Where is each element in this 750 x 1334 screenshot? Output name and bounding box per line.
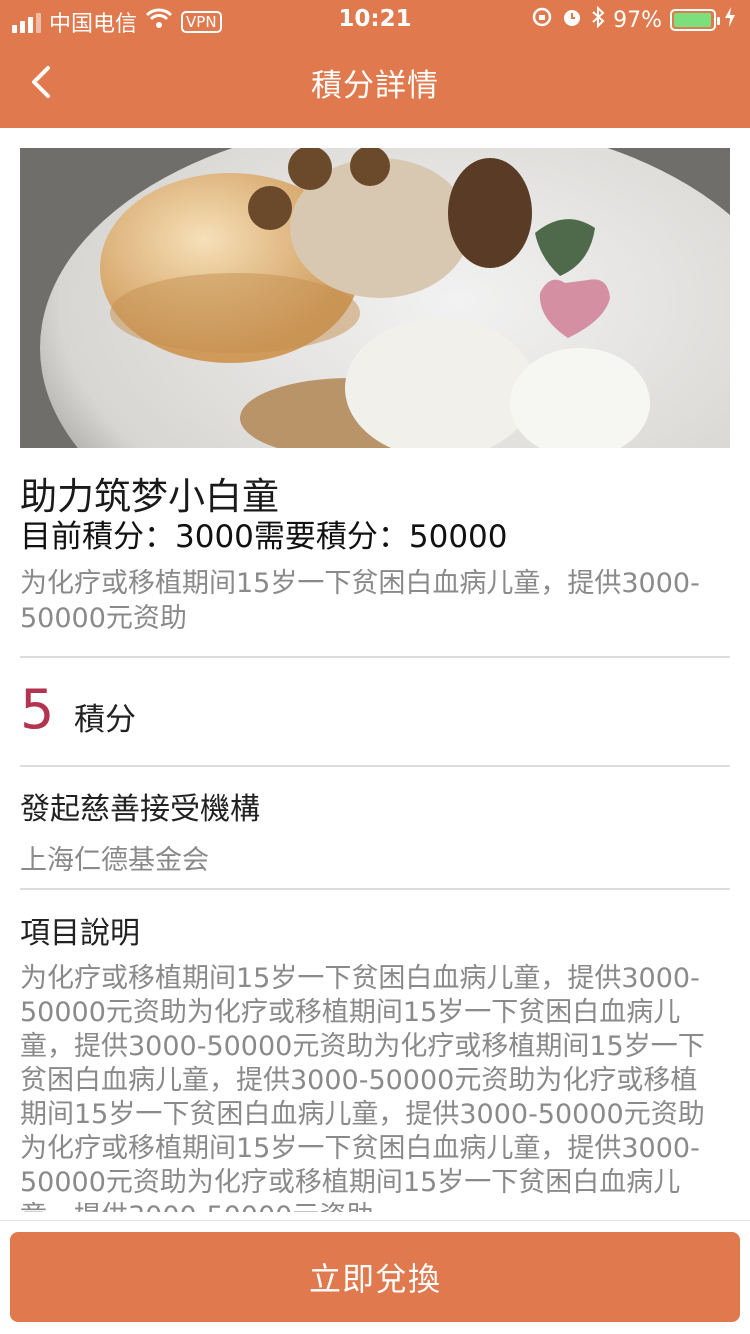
detail-content[interactable]: 助力筑梦小白童 目前積分：3000需要積分：50000 为化疗或移植期间15岁一… — [0, 128, 750, 1220]
battery-percent: 97% — [613, 7, 662, 33]
nav-bar: 積分詳情 — [0, 40, 750, 128]
divider — [20, 765, 730, 767]
project-summary: 为化疗或移植期间15岁一下贫困白血病儿童，提供3000-50000元资助 — [20, 568, 700, 634]
organization-name: 上海仁德基金会 — [20, 845, 209, 876]
divider — [20, 656, 730, 658]
page-title: 積分詳情 — [311, 68, 439, 104]
rotation-lock-icon — [531, 6, 553, 34]
status-bar: 中国电信 VPN 10:21 97% — [0, 0, 750, 40]
organization-heading: 發起慈善接受機構 — [20, 792, 260, 827]
alarm-icon — [561, 6, 583, 34]
battery-level — [674, 13, 711, 27]
cost-value: 5 — [20, 678, 55, 741]
status-right: 97% — [531, 5, 736, 34]
divider — [20, 888, 730, 890]
description-heading: 項目說明 — [20, 916, 140, 951]
redeem-button[interactable]: 立即兌換 — [10, 1232, 740, 1322]
points-progress: 目前積分：3000需要積分：50000 — [20, 519, 508, 555]
cost-unit: 積分 — [74, 702, 136, 738]
bottom-divider — [0, 1220, 750, 1221]
description-text: 为化疗或移植期间15岁一下贫困白血病儿童，提供3000-50000元资助为化疗或… — [20, 963, 705, 1212]
charging-icon — [724, 6, 736, 34]
top-bar: 中国电信 VPN 10:21 97% 積分詳情 — [0, 0, 750, 128]
battery-icon — [670, 9, 720, 31]
project-image — [20, 148, 730, 448]
bluetooth-icon — [591, 5, 605, 34]
